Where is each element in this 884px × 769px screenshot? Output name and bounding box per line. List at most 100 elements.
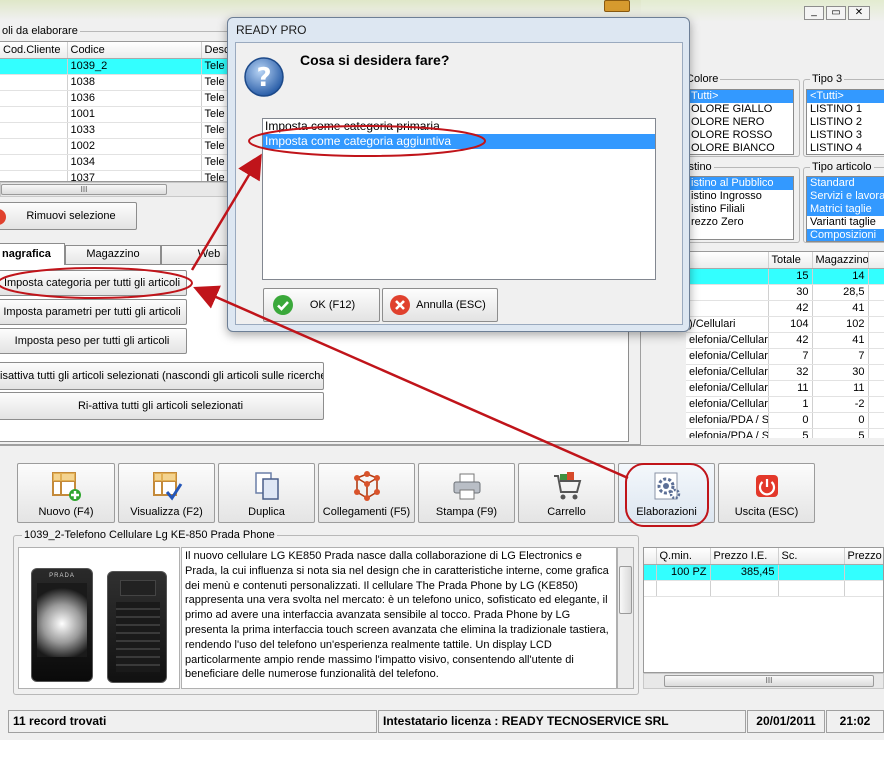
col-prezzo-i[interactable]: Prezzo I bbox=[844, 548, 883, 565]
list-item[interactable]: Servizi e lavoraz bbox=[807, 190, 884, 203]
table-row[interactable]: elefonia/PDA / Smart ...55 bbox=[686, 428, 884, 438]
articles-hscrollbar[interactable]: III bbox=[0, 182, 228, 197]
col-cod-cliente[interactable]: Cod.Cliente bbox=[0, 42, 68, 59]
links-button-label: Collegamenti (F5) bbox=[322, 506, 411, 518]
list-item[interactable]: OLORE ROSSO bbox=[688, 129, 793, 142]
col-totale[interactable]: Totale bbox=[768, 252, 813, 269]
set-category-all-button[interactable]: Imposta categoria per tutti gli articoli bbox=[0, 270, 187, 296]
product-description[interactable]: Il nuovo cellulare LG KE850 Prada nasce … bbox=[181, 547, 617, 689]
list-item[interactable]: LISTINO 4 bbox=[807, 142, 884, 154]
duplicate-button[interactable]: Duplica bbox=[218, 463, 315, 523]
row-category bbox=[686, 284, 769, 301]
option-additional-category[interactable]: Imposta come categoria aggiuntiva bbox=[263, 134, 655, 149]
cancel-button[interactable]: Annulla (ESC) bbox=[382, 288, 498, 322]
list-item[interactable]: LISTINO 3 bbox=[807, 129, 884, 142]
table-row[interactable]: 1034 Tele bbox=[0, 154, 227, 171]
table-row[interactable]: 1001 Tele bbox=[0, 106, 227, 123]
exit-button[interactable]: Uscita (ESC) bbox=[718, 463, 815, 523]
tab-magazzino[interactable]: Magazzino bbox=[65, 245, 161, 264]
list-item[interactable]: OLORE BIANCO bbox=[688, 142, 793, 154]
list-item[interactable]: Varianti taglie bbox=[807, 216, 884, 229]
listino-list[interactable]: istino al Pubblico istino Ingrosso istin… bbox=[688, 176, 794, 240]
table-row[interactable]: elefonia/PDA / Smart ...00 bbox=[686, 412, 884, 429]
deactivate-selected-button[interactable]: isattiva tutti gli articoli selezionati … bbox=[0, 362, 324, 390]
list-item[interactable]: istino Ingrosso bbox=[688, 190, 793, 203]
table-row[interactable]: 1039_2 Tele bbox=[0, 58, 227, 75]
tab-anagrafica[interactable]: nagrafica bbox=[0, 243, 65, 265]
row-magazzino: 5 bbox=[812, 428, 869, 438]
scroll-thumb[interactable] bbox=[619, 566, 632, 614]
list-item[interactable]: LISTINO 1 bbox=[807, 103, 884, 116]
list-item[interactable]: Standard bbox=[807, 177, 884, 190]
list-item[interactable]: rezzo Zero bbox=[688, 216, 793, 229]
price-hscrollbar[interactable]: III bbox=[643, 673, 884, 689]
table-row[interactable]: 1037 Tele bbox=[0, 170, 227, 181]
links-button[interactable]: Collegamenti (F5) bbox=[318, 463, 415, 523]
table-row[interactable]: 30 28,5 bbox=[686, 284, 884, 301]
print-button[interactable]: Stampa (F9) bbox=[418, 463, 515, 523]
row-category: elefonia/Cellulari bbox=[686, 364, 769, 381]
new-button[interactable]: Nuovo (F4) bbox=[17, 463, 115, 523]
row-magazzino: 30 bbox=[812, 364, 869, 381]
table-row[interactable]: )/Cellulari 104 102 bbox=[686, 316, 884, 333]
row-category bbox=[686, 300, 769, 317]
product-title: 1039_2-Telefono Cellulare Lg KE-850 Prad… bbox=[22, 529, 277, 541]
view-button[interactable]: Visualizza (F2) bbox=[118, 463, 215, 523]
table-row[interactable]: elefonia/Cellulari 1 -2 bbox=[686, 396, 884, 413]
ok-button[interactable]: OK (F12) bbox=[263, 288, 380, 322]
cancel-button-label: Annulla (ESC) bbox=[416, 299, 486, 311]
remove-selection-button[interactable]: Rimuovi selezione bbox=[0, 202, 137, 230]
colore-list[interactable]: Tutti> OLORE GIALLO OLORE NERO OLORE ROS… bbox=[688, 89, 794, 155]
col-codice[interactable]: Codice bbox=[67, 42, 202, 59]
close-window-button[interactable]: ✕ bbox=[848, 6, 870, 20]
list-item[interactable]: istino Filiali bbox=[688, 203, 793, 216]
set-parameters-all-button[interactable]: Imposta parametri per tutti gli articoli bbox=[0, 299, 187, 325]
description-vscrollbar[interactable] bbox=[617, 547, 634, 689]
table-row[interactable]: 42 41 bbox=[686, 300, 884, 317]
list-item[interactable]: Tutti> bbox=[688, 90, 793, 103]
row-magazzino: 11 bbox=[812, 380, 869, 397]
table-row[interactable]: 1038 Tele bbox=[0, 74, 227, 91]
row-category: elefonia/Cellulari bbox=[686, 396, 769, 413]
col-prezzo-ie[interactable]: Prezzo I.E. bbox=[710, 548, 779, 565]
table-row[interactable]: elefonia/Cellulari 11 11 bbox=[686, 380, 884, 397]
list-item[interactable]: istino al Pubblico bbox=[688, 177, 793, 190]
table-row[interactable]: elefonia/Cellulari 42 41 bbox=[686, 332, 884, 349]
list-item[interactable]: Matrici taglie bbox=[807, 203, 884, 216]
col-qmin[interactable]: Q.min. bbox=[656, 548, 711, 565]
set-weight-all-button[interactable]: Imposta peso per tutti gli articoli bbox=[0, 328, 187, 354]
cart-button[interactable]: Carrello bbox=[518, 463, 615, 523]
reactivate-selected-button[interactable]: Ri-attiva tutti gli articoli selezionati bbox=[0, 392, 324, 420]
table-row[interactable]: 100 PZ 385,45 46 bbox=[644, 564, 883, 581]
status-date: 20/01/2011 bbox=[747, 710, 825, 733]
minimize-window-button[interactable]: _ bbox=[804, 6, 824, 20]
row-codice: 1038 bbox=[67, 74, 202, 91]
options-list[interactable]: Imposta come categoria primaria Imposta … bbox=[262, 118, 656, 280]
list-item[interactable]: OLORE GIALLO bbox=[688, 103, 793, 116]
tipo3-list[interactable]: <Tutti> LISTINO 1 LISTINO 2 LISTINO 3 LI… bbox=[806, 89, 884, 155]
col-desc[interactable]: Desc bbox=[201, 42, 227, 59]
table-row[interactable]: 15 14 bbox=[686, 268, 884, 285]
row-desc: Tele bbox=[201, 154, 227, 171]
table-row[interactable]: 1036 Tele bbox=[0, 90, 227, 107]
restore-window-button[interactable]: ▭ bbox=[826, 6, 846, 20]
option-primary-category[interactable]: Imposta come categoria primaria bbox=[263, 119, 655, 134]
table-row[interactable] bbox=[644, 580, 883, 597]
scroll-thumb[interactable]: III bbox=[664, 675, 874, 687]
tipo-articolo-list[interactable]: Standard Servizi e lavoraz Matrici tagli… bbox=[806, 176, 884, 242]
processing-button[interactable]: Elaborazioni bbox=[618, 463, 715, 523]
table-row[interactable]: 1033 Tele bbox=[0, 122, 227, 139]
list-item[interactable]: LISTINO 2 bbox=[807, 116, 884, 129]
list-item[interactable]: <Tutti> bbox=[807, 90, 884, 103]
col-sc[interactable]: Sc. bbox=[778, 548, 845, 565]
table-row[interactable]: elefonia/Cellulari 32 30 bbox=[686, 364, 884, 381]
list-item[interactable]: Composizioni bbox=[807, 229, 884, 241]
list-item[interactable]: OLORE NERO bbox=[688, 116, 793, 129]
ok-button-label: OK (F12) bbox=[309, 299, 356, 311]
scroll-thumb[interactable]: III bbox=[1, 184, 167, 195]
col-magazzino[interactable]: Magazzino bbox=[812, 252, 869, 269]
table-row[interactable]: elefonia/Cellulari 7 7 bbox=[686, 348, 884, 365]
col-category[interactable] bbox=[686, 252, 769, 269]
articles-group-title: oli da elaborare bbox=[0, 25, 80, 37]
table-row[interactable]: 1002 Tele bbox=[0, 138, 227, 155]
